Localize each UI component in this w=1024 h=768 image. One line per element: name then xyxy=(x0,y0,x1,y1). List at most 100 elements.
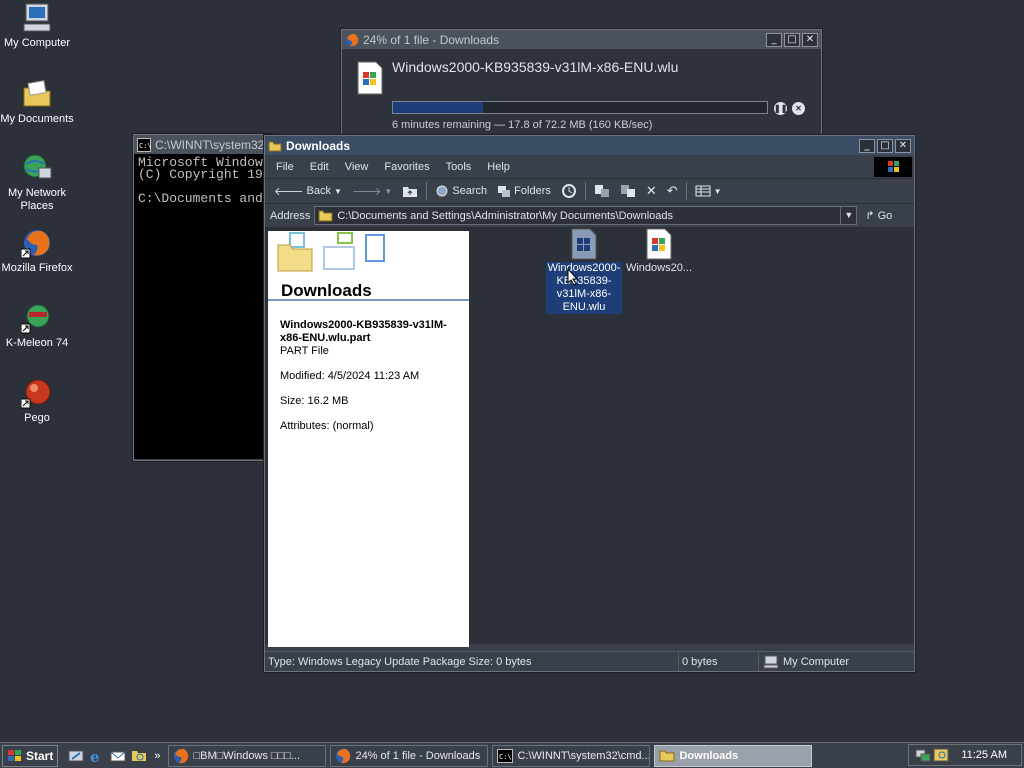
status-zone-label: My Computer xyxy=(783,655,850,668)
folder-content[interactable]: Downloads Windows2000-KB935839-v31lM-x86… xyxy=(265,228,914,647)
menu-view[interactable]: View xyxy=(337,161,377,173)
folder-icon xyxy=(659,750,675,761)
taskbar-button-cmd[interactable]: C:\ C:\WINNT\system32\cmd.... xyxy=(492,744,651,767)
command-prompt-window[interactable]: C:\ C:\WINNT\system32\cmd.exe Microsoft … xyxy=(133,134,273,461)
address-input[interactable]: C:\Documents and Settings\Administrator\… xyxy=(314,206,858,225)
views-button[interactable]: ▼ xyxy=(690,180,727,202)
download-file-name: Windows2000-KB935839-v31lM-x86-ENU.wlu xyxy=(392,59,679,75)
start-button[interactable]: Start xyxy=(2,744,59,767)
desktop-icon-k-meleon[interactable]: K-Meleon 74 xyxy=(0,302,74,350)
delete-icon: ✕ xyxy=(645,183,657,198)
folders-button[interactable]: Folders xyxy=(492,180,556,202)
menu-bar: File Edit View Favorites Tools Help xyxy=(265,155,914,179)
delete-button[interactable]: ✕ xyxy=(641,180,662,202)
clock: 11:25 AM xyxy=(961,749,1007,761)
desktop-icon-pego[interactable]: Pego xyxy=(0,377,74,425)
desktop-icon-my-computer[interactable]: My Computer xyxy=(0,2,74,50)
taskbar-button-k-meleon[interactable]: □BM□Windows □□□... xyxy=(168,744,327,767)
status-size: 0 bytes xyxy=(679,652,759,671)
desktop-icon-my-documents[interactable]: My Documents xyxy=(0,78,74,126)
copy-to-button[interactable] xyxy=(615,180,641,202)
menu-tools[interactable]: Tools xyxy=(438,161,480,173)
taskbar-button-downloads-folder[interactable]: Downloads xyxy=(654,744,813,767)
download-progress-fill xyxy=(393,102,483,113)
go-button[interactable]: ↱ Go xyxy=(865,209,893,223)
selected-file-attributes: Attributes: (normal) xyxy=(280,420,374,432)
file-item[interactable]: Windows2000-KB935839-v31lM-x86-ENU.wlu xyxy=(546,228,622,314)
computer-icon xyxy=(21,2,53,34)
title-bar[interactable]: 24% of 1 file - Downloads _ □ ✕ xyxy=(342,30,821,49)
minimize-button[interactable]: _ xyxy=(766,32,782,47)
up-folder-icon xyxy=(403,187,418,197)
downloads-progress-window[interactable]: 24% of 1 file - Downloads _ □ ✕ Windows2… xyxy=(341,29,822,135)
folder-icon xyxy=(268,139,282,153)
maximize-button[interactable]: □ xyxy=(784,32,800,47)
back-arrow-icon: 🡐 xyxy=(274,186,304,198)
outlook-express-icon[interactable] xyxy=(110,748,126,764)
desktop-icon-my-network-places[interactable]: My Network Places xyxy=(0,152,74,213)
file-item[interactable]: Windows20... xyxy=(621,228,697,275)
selected-file-modified: Modified: 4/5/2024 11:23 AM xyxy=(280,370,420,382)
menu-file[interactable]: File xyxy=(268,161,302,173)
console-output[interactable]: Microsoft Windows 2000(C) Copyright 1985… xyxy=(134,154,272,459)
taskbar-button-downloads-progress[interactable]: 24% of 1 file - Downloads xyxy=(330,744,489,767)
move-to-button[interactable] xyxy=(589,180,615,202)
standard-toolbar: 🡐 Back ▼ 🡒 ▼ Search Folders ✕ ↶ ▼ xyxy=(265,179,914,204)
title-bar[interactable]: C:\ C:\WINNT\system32\cmd.exe xyxy=(134,135,272,154)
maximize-button[interactable]: □ xyxy=(877,138,893,153)
window-title: Downloads xyxy=(286,138,351,153)
chevron-down-icon: ▼ xyxy=(713,186,722,196)
quick-launch-overflow-icon[interactable]: » xyxy=(154,750,160,762)
menu-favorites[interactable]: Favorites xyxy=(376,161,437,173)
up-folder-button[interactable] xyxy=(397,180,423,202)
chevron-down-icon: ▼ xyxy=(333,186,342,196)
forward-button[interactable]: 🡒 ▼ xyxy=(347,180,397,202)
taskbar: Start e » □BM□Windows □□□... 24% of 1 fi… xyxy=(0,742,1024,768)
menu-help[interactable]: Help xyxy=(479,161,518,173)
web-view-info-pane: Downloads Windows2000-KB935839-v31lM-x86… xyxy=(268,231,469,647)
pause-icon[interactable]: ❚❚ xyxy=(774,102,787,115)
address-label: Address xyxy=(270,209,311,222)
task-label: Downloads xyxy=(679,749,739,762)
chevron-down-icon: ▼ xyxy=(384,186,393,196)
minimize-button[interactable]: _ xyxy=(859,138,875,153)
svg-text:C:\: C:\ xyxy=(499,753,512,761)
views-icon xyxy=(695,185,711,197)
desktop-icon-label: Mozilla Firefox xyxy=(1,262,73,274)
network-tray-icon[interactable] xyxy=(915,747,931,763)
status-info: Type: Windows Legacy Update Package Size… xyxy=(265,652,679,671)
search-label: Search xyxy=(452,185,488,197)
address-dropdown-button[interactable]: ▼ xyxy=(840,207,856,224)
close-button[interactable]: ✕ xyxy=(802,32,818,47)
download-status: 6 minutes remaining — 17.8 of 72.2 MB (1… xyxy=(392,119,653,131)
console-line: C:\Documents and Settings xyxy=(138,191,272,206)
file-label: Windows20... xyxy=(625,262,693,274)
undo-button[interactable]: ↶ xyxy=(662,180,683,202)
history-button[interactable] xyxy=(556,180,582,202)
search-tray-icon[interactable] xyxy=(933,747,949,763)
task-label: 24% of 1 file - Downloads xyxy=(355,749,481,762)
desktop-icon-label: My Documents xyxy=(0,113,74,125)
desktop-icon-mozilla-firefox[interactable]: Mozilla Firefox xyxy=(0,227,74,275)
quick-launch: e » xyxy=(68,748,160,764)
computer-icon xyxy=(763,655,779,668)
back-button[interactable]: 🡐 Back ▼ xyxy=(269,180,347,202)
show-desktop-icon[interactable] xyxy=(68,748,84,764)
explorer-window[interactable]: Downloads _ □ ✕ File Edit View Favorites… xyxy=(264,135,915,672)
menu-edit[interactable]: Edit xyxy=(302,161,337,173)
search-button[interactable]: Search xyxy=(430,180,492,202)
go-label: Go xyxy=(877,209,893,222)
cancel-icon[interactable]: ✕ xyxy=(792,102,805,115)
close-button[interactable]: ✕ xyxy=(895,138,911,153)
internet-explorer-icon[interactable]: e xyxy=(89,748,105,764)
pane-folder-title: Downloads xyxy=(281,281,372,300)
svg-text:e: e xyxy=(90,748,100,764)
explorer-search-icon[interactable] xyxy=(131,748,147,764)
file-label: Windows2000-KB935839-v31lM-x86-ENU.wlu xyxy=(546,262,622,314)
task-label: □BM□Windows □□□... xyxy=(193,749,301,762)
title-bar[interactable]: Downloads _ □ ✕ xyxy=(265,136,914,155)
desktop-icon-label: Pego xyxy=(24,412,50,424)
windows-update-file-icon xyxy=(570,228,598,260)
window-title: C:\WINNT\system32\cmd.exe xyxy=(155,137,269,152)
undo-icon: ↶ xyxy=(666,183,678,198)
